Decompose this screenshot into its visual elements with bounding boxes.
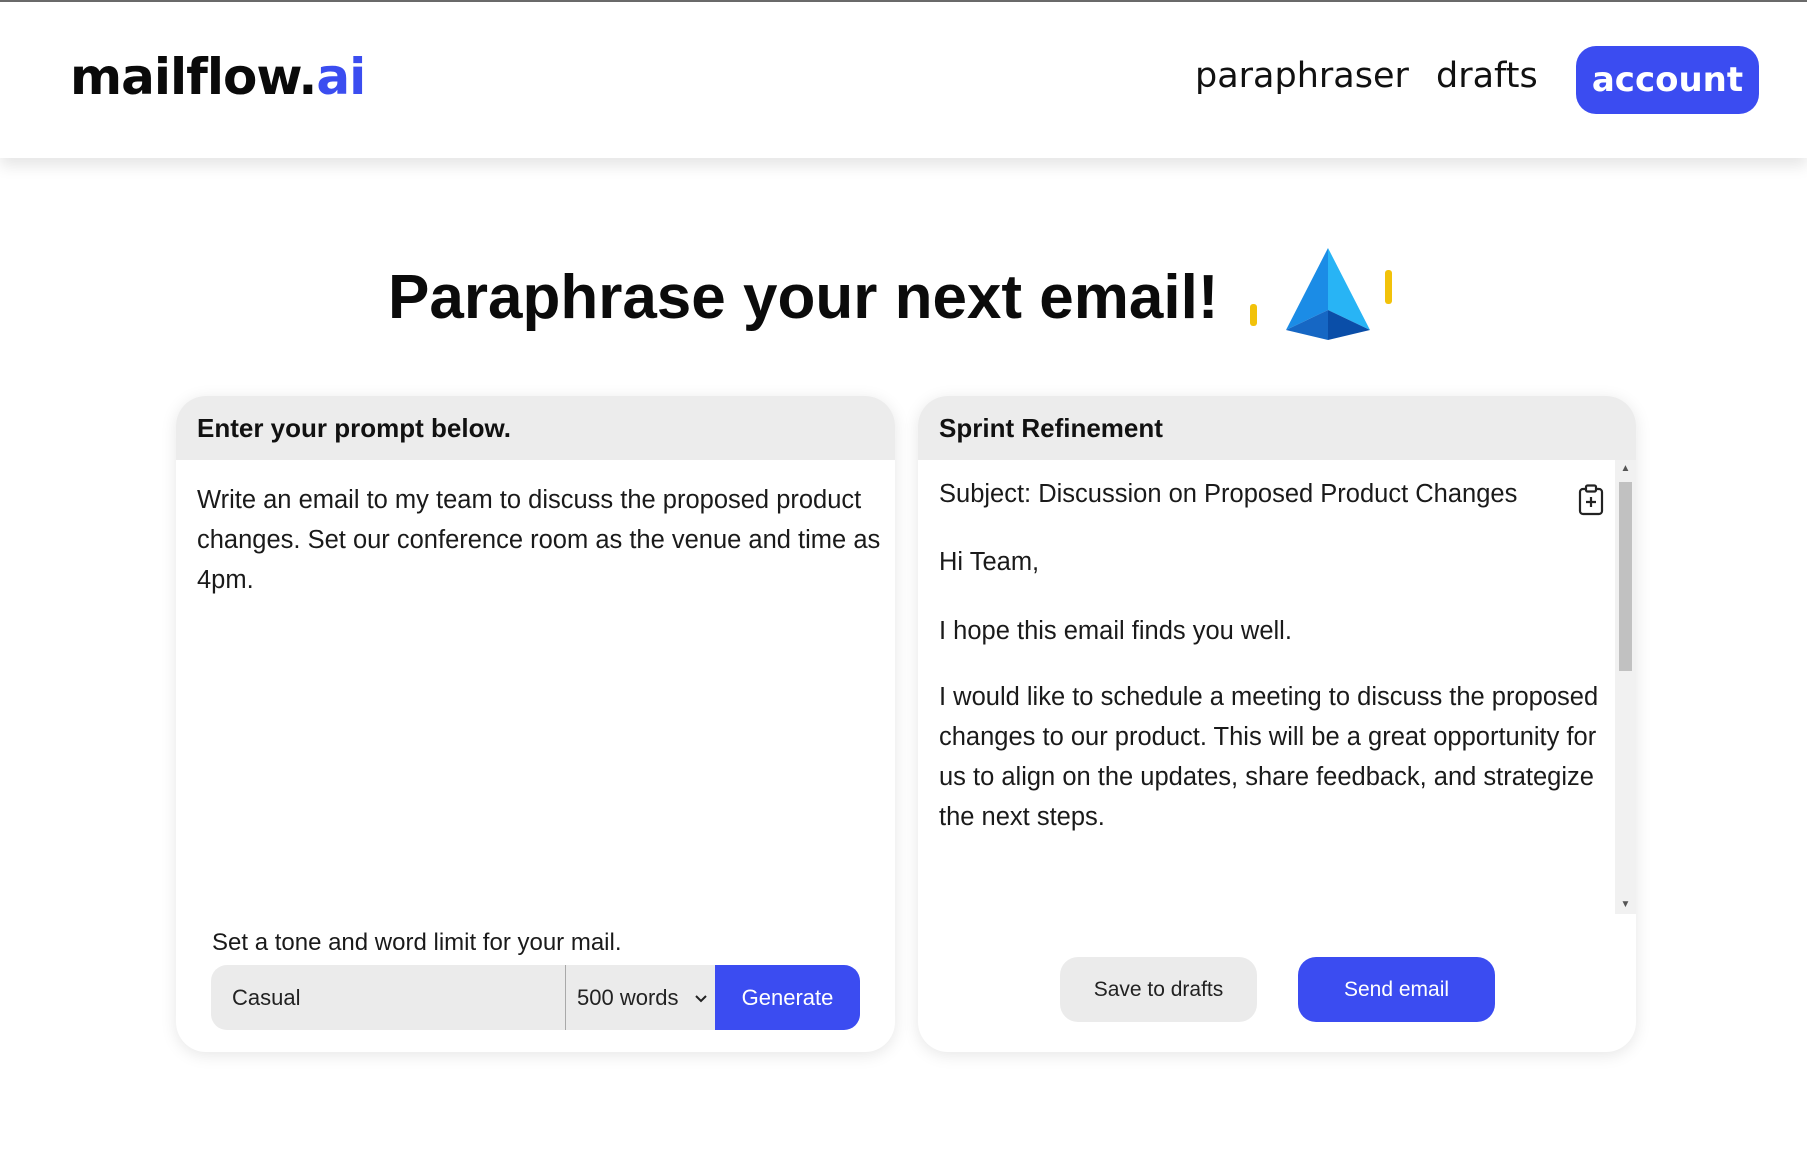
email-paragraph: I would like to schedule a meeting to di…: [939, 683, 1599, 831]
paper-plane-icon: [1250, 248, 1392, 340]
clipboard-plus-icon[interactable]: [1577, 484, 1605, 516]
word-limit-value: 500 words: [577, 984, 679, 1010]
nav-link-paraphraser[interactable]: paraphraser: [1195, 56, 1409, 96]
logo[interactable]: mailflow.ai: [70, 48, 366, 106]
prompt-textarea[interactable]: Write an email to my team to discuss the…: [197, 480, 887, 600]
email-line: I hope this email finds you well.: [939, 617, 1292, 645]
tone-label: Set a tone and word limit for your mail.: [212, 929, 622, 956]
nav-link-drafts[interactable]: drafts: [1436, 56, 1538, 96]
tone-controls: Casual 500 words Generate: [211, 965, 860, 1030]
scroll-up-arrow-icon[interactable]: ▲: [1615, 460, 1636, 478]
logo-text: mailflow.: [70, 48, 317, 106]
prompt-card-header: Enter your prompt below.: [176, 396, 895, 460]
page-title: Paraphrase your next email!: [388, 263, 1219, 332]
email-subject: Subject: Discussion on Proposed Product …: [939, 480, 1518, 508]
word-limit-select[interactable]: 500 words: [565, 965, 715, 1030]
output-card-header: Sprint Refinement: [918, 396, 1636, 460]
scrollbar-thumb[interactable]: [1619, 482, 1632, 671]
scrollbar[interactable]: ▲ ▼: [1615, 460, 1636, 914]
accent-dash-left: [1250, 304, 1257, 326]
output-card: Sprint Refinement Subject: Discussion on…: [918, 396, 1636, 1052]
save-to-drafts-button[interactable]: Save to drafts: [1060, 957, 1257, 1022]
account-button[interactable]: account: [1576, 46, 1759, 114]
generate-button[interactable]: Generate: [715, 965, 860, 1030]
output-text-area[interactable]: Subject: Discussion on Proposed Product …: [918, 460, 1636, 914]
scroll-down-arrow-icon[interactable]: ▼: [1615, 896, 1636, 914]
send-email-button[interactable]: Send email: [1298, 957, 1495, 1022]
navbar: mailflow.ai paraphraser drafts account: [0, 2, 1807, 158]
email-greeting: Hi Team,: [939, 548, 1040, 576]
chevron-down-icon: [695, 994, 707, 1002]
prompt-card: Enter your prompt below. Write an email …: [176, 396, 895, 1052]
logo-accent-text: ai: [316, 48, 366, 106]
tone-input[interactable]: Casual: [211, 965, 565, 1030]
accent-dash-right: [1385, 270, 1392, 304]
